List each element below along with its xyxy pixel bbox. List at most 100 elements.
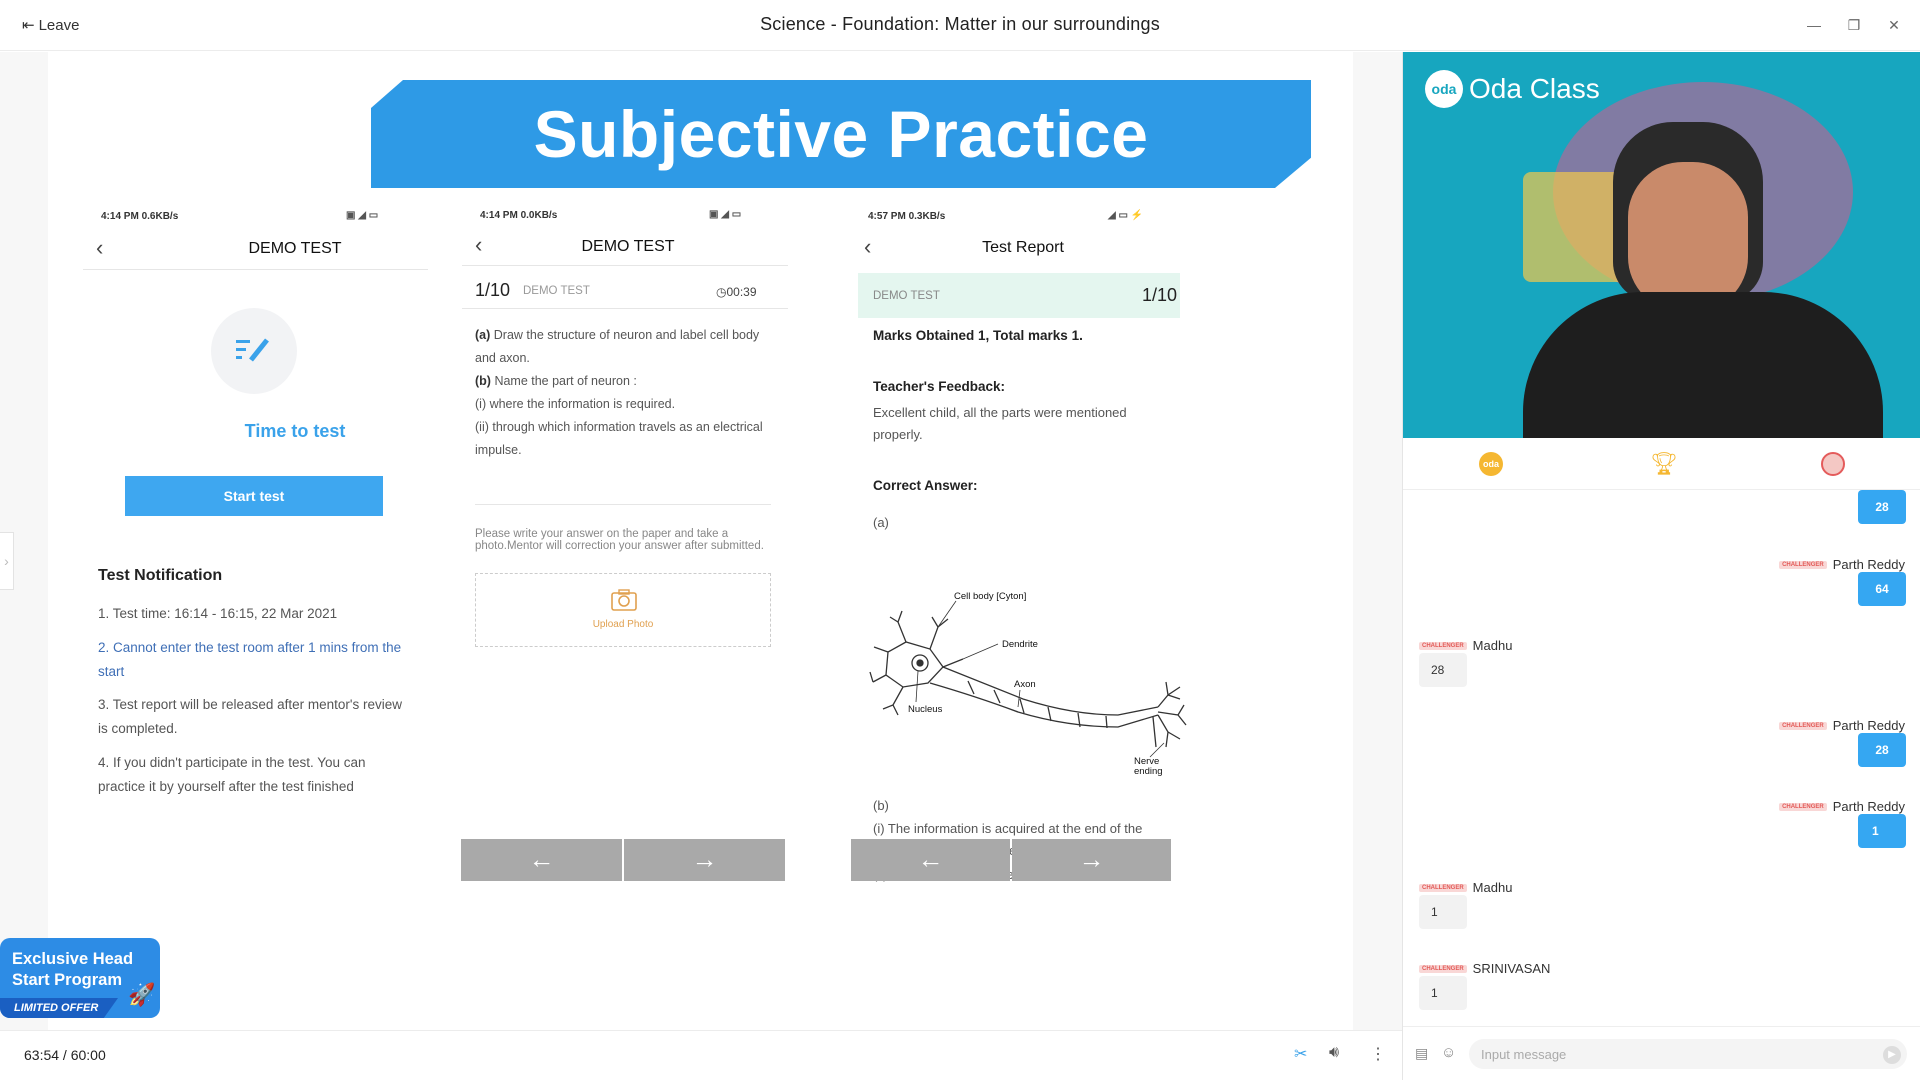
slide-title: Subjective Practice xyxy=(533,97,1149,171)
image-icon[interactable]: ▤ xyxy=(1415,1045,1428,1062)
oda-logo: oda xyxy=(1425,70,1463,108)
camera-icon xyxy=(611,589,637,611)
back-icon[interactable]: ‹ xyxy=(96,237,103,259)
signal-battery-icon: ▣ ◢ ▭ xyxy=(709,209,742,220)
back-icon[interactable]: ‹ xyxy=(864,236,871,258)
chat-bubble: 28 xyxy=(1419,653,1467,687)
person-body xyxy=(1523,292,1883,438)
time-readout: 63:54 / 60:00 xyxy=(24,1047,106,1063)
feedback-title: Teacher's Feedback: xyxy=(873,379,1006,394)
emoji-icon[interactable]: ☺ xyxy=(1441,1044,1456,1061)
correct-answer-title: Correct Answer: xyxy=(873,478,978,493)
offer-line-2: Start Program xyxy=(12,971,123,989)
demo-test-label: DEMO TEST xyxy=(873,290,940,302)
question-counter: 1/10 xyxy=(1142,285,1178,305)
window-title: Science - Foundation: Matter in our surr… xyxy=(760,14,1160,34)
medal-icon[interactable] xyxy=(1821,452,1845,476)
minimize-icon[interactable]: — xyxy=(1804,15,1824,35)
next-button[interactable]: → xyxy=(1012,839,1171,881)
challenger-badge: CHALLENGER xyxy=(1419,964,1467,973)
challenger-badge: CHALLENGER xyxy=(1419,883,1467,892)
right-panel: oda Oda Class oda 🏆︎ 28 CHALLENGER Parth … xyxy=(1402,52,1920,1080)
timer: ◷00:39 xyxy=(716,285,757,299)
notification-title: Test Notification xyxy=(98,567,223,584)
phone-title: DEMO TEST xyxy=(581,238,675,255)
prev-button[interactable]: ← xyxy=(851,839,1010,881)
more-icon[interactable]: ⋮ xyxy=(1370,1044,1386,1064)
demo-test-label: DEMO TEST xyxy=(523,285,590,297)
challenger-badge: CHALLENGER xyxy=(1779,721,1827,730)
notification-item: 2. Cannot enter the test room after 1 mi… xyxy=(98,640,402,679)
upload-photo-area[interactable]: Upload Photo xyxy=(475,573,771,647)
phone-title: DEMO TEST xyxy=(248,240,342,257)
label-nucleus: Nucleus xyxy=(908,704,943,715)
chat-header: CHALLENGER Madhu xyxy=(1419,879,1512,895)
prev-button[interactable]: ← xyxy=(461,839,622,881)
edit-test-icon xyxy=(236,338,269,362)
phone-status-bar: 4:57 PM 0.3KB/s xyxy=(868,211,946,222)
person-face xyxy=(1628,162,1748,312)
message-input[interactable] xyxy=(1469,1039,1907,1069)
phone-status-bar: 4:14 PM 0.6KB/s xyxy=(101,211,179,222)
chat-header: CHALLENGER Parth Reddy xyxy=(1779,717,1905,733)
slide: Subjective Practice 4:14 PM 0.6KB/s ▣ ◢ … xyxy=(48,52,1353,1030)
brand-name: Oda Class xyxy=(1469,73,1600,104)
oda-class-brand: oda Oda Class xyxy=(1425,70,1600,108)
time-to-test-label: Time to test xyxy=(244,421,346,441)
challenger-badge: CHALLENGER xyxy=(1419,641,1467,650)
label-ending: ending xyxy=(1134,766,1163,777)
chat-bubble: 1 xyxy=(1419,895,1467,929)
offer-tag: LIMITED OFFER xyxy=(0,998,118,1018)
notification-item: 3. Test report will be released after me… xyxy=(98,697,402,736)
notification-item: 4. If you didn't participate in the test… xyxy=(98,755,366,794)
chat-username: SRINIVASAN xyxy=(1472,961,1551,977)
challenger-badge: CHALLENGER xyxy=(1779,802,1827,811)
part-b-label: (b) xyxy=(873,798,889,813)
teacher-video: oda Oda Class xyxy=(1403,52,1920,438)
clock-icon: ◷ xyxy=(716,285,727,299)
neuron-diagram: Cell body [Cyton] Dendrite Axon Nucleus … xyxy=(869,591,1187,777)
upload-photo-label: Upload Photo xyxy=(592,619,654,630)
trophy-icon[interactable]: 🏆︎ xyxy=(1650,452,1678,476)
label-cell-body: Cell body [Cyton] xyxy=(954,591,1026,602)
scissors-icon[interactable]: ✂ xyxy=(1294,1044,1307,1064)
chat-bubble: 28 xyxy=(1858,733,1906,767)
marks-obtained: Marks Obtained 1, Total marks 1. xyxy=(873,328,1083,343)
chat-header: CHALLENGER Madhu xyxy=(1419,637,1512,653)
send-icon[interactable]: ▶ xyxy=(1883,1046,1901,1064)
phone-title: Test Report xyxy=(982,239,1064,256)
feedback-text: Excellent child, all the parts were ment… xyxy=(873,405,1127,442)
part-a-label: (a) xyxy=(873,515,889,530)
chat-username: Madhu xyxy=(1472,880,1513,896)
signal-battery-icon: ▣ ◢ ▭ xyxy=(346,210,379,221)
rocket-icon: 🚀 xyxy=(128,982,156,1007)
chat-username: Parth Reddy xyxy=(1832,718,1905,734)
coin-icon[interactable]: oda xyxy=(1479,452,1503,476)
test-circle xyxy=(211,308,297,394)
player-bar: 63:54 / 60:00 ✂ 🔊︎ ⋮ xyxy=(0,1030,1402,1080)
phone-status-bar: 4:14 PM 0.0KB/s xyxy=(480,210,558,221)
upload-hint: Please write your answer on the paper an… xyxy=(475,528,764,552)
close-icon[interactable]: ✕ xyxy=(1884,15,1904,35)
slide-stage: › Subjective Practice 4:14 PM 0.6KB/s ▣ … xyxy=(0,52,1402,1030)
label-dendrite: Dendrite xyxy=(1002,639,1038,650)
volume-icon[interactable]: 🔊︎ xyxy=(1329,1044,1339,1062)
label-axon: Axon xyxy=(1014,679,1036,690)
chat-username: Parth Reddy xyxy=(1832,799,1905,815)
chat-bubble: 28 xyxy=(1858,490,1906,524)
question-counter: 1/10 xyxy=(475,280,511,300)
next-button[interactable]: → xyxy=(624,839,785,881)
divider xyxy=(475,504,771,505)
chat-bubble: 64 xyxy=(1858,572,1906,606)
chat-header: CHALLENGER Parth Reddy xyxy=(1779,798,1905,814)
chat-list: 28 CHALLENGER Parth Reddy 64 CHALLENGER Ma… xyxy=(1403,490,1920,1026)
chat-input-bar: ▤ ☺ ▶ xyxy=(1403,1026,1920,1080)
back-icon[interactable]: ‹ xyxy=(475,234,482,256)
chat-header: CHALLENGER Parth Reddy xyxy=(1779,556,1905,572)
start-test-button[interactable]: Start test xyxy=(125,476,383,516)
divider xyxy=(462,265,788,266)
sidebar-expand-handle[interactable]: › xyxy=(0,532,14,590)
restore-icon[interactable]: ❐ xyxy=(1844,15,1864,35)
chat-username: Parth Reddy xyxy=(1832,557,1905,573)
limited-offer-banner[interactable]: Exclusive Head Start Program LIMITED OFF… xyxy=(0,938,160,1018)
